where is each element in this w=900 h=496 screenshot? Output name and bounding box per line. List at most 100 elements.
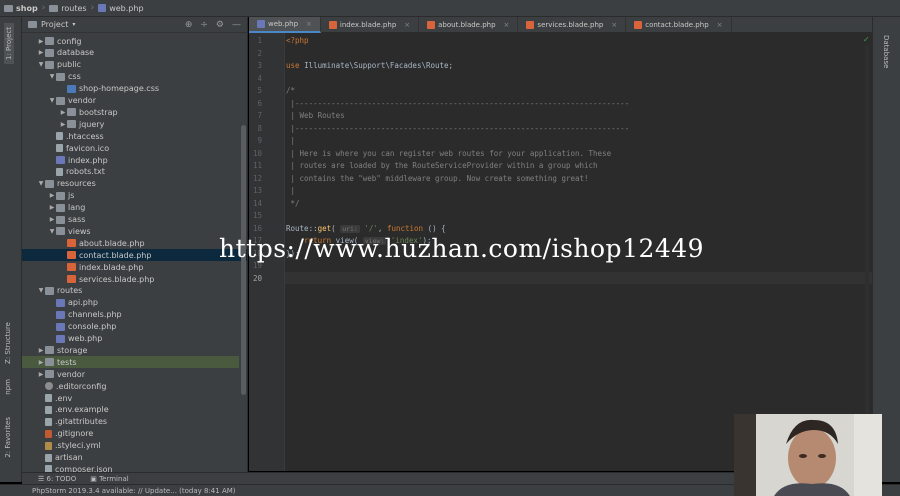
favorites-tool-tab[interactable]: 2: Favorites	[4, 417, 12, 458]
breadcrumb-shop[interactable]: shop	[4, 4, 38, 13]
chevron-right-icon[interactable]: ▶	[59, 121, 67, 128]
project-tool-tab[interactable]: 1: Project	[4, 23, 14, 64]
code-token: (	[331, 223, 341, 233]
tree-item[interactable]: ▼ routes	[22, 285, 247, 297]
status-message[interactable]: PhpStorm 2019.3.4 available: // Update..…	[32, 487, 236, 495]
project-panel-title[interactable]: Project	[41, 20, 68, 29]
tree-item[interactable]: .env.example	[22, 404, 247, 416]
config-file-icon	[45, 382, 53, 391]
chevron-down-icon[interactable]: ▾	[72, 21, 75, 28]
tree-item[interactable]: ▶ vendor	[22, 368, 247, 380]
yaml-file-icon	[45, 441, 52, 450]
tree-item-label: .env	[55, 393, 73, 403]
tree-item[interactable]: ▶ jquery	[22, 118, 247, 130]
blade-file-icon	[67, 263, 76, 272]
chevron-down-icon[interactable]: ▼	[37, 61, 45, 68]
breadcrumb-web-php[interactable]: web.php	[98, 4, 144, 13]
tree-item[interactable]: .gitignore	[22, 428, 247, 440]
chevron-down-icon[interactable]: ▼	[37, 287, 45, 294]
tree-item[interactable]: contact.blade.php	[22, 249, 247, 262]
tree-item[interactable]: composer.json	[22, 463, 247, 472]
editor-tab[interactable]: about.blade.php ×	[419, 17, 519, 33]
file-icon	[45, 394, 52, 402]
breadcrumb-routes[interactable]: routes	[49, 4, 87, 13]
tree-item[interactable]: console.php	[22, 321, 247, 333]
chevron-down-icon[interactable]: ▼	[48, 97, 56, 104]
chevron-down-icon[interactable]: ▼	[48, 73, 56, 80]
chevron-right-icon[interactable]: ▶	[37, 38, 45, 45]
tree-item[interactable]: ▼ resources	[22, 178, 247, 190]
gear-icon[interactable]: ⚙	[216, 20, 224, 30]
chevron-right-icon[interactable]: ▶	[48, 204, 56, 211]
tree-item[interactable]: api.php	[22, 297, 247, 309]
todo-tool-tab[interactable]: ☰ 6: TODO	[38, 475, 76, 483]
chevron-right-icon[interactable]: ▶	[48, 192, 56, 199]
tree-item[interactable]: index.blade.php	[22, 261, 247, 273]
file-icon	[45, 465, 52, 472]
tree-item[interactable]: shop-homepage.css	[22, 83, 247, 95]
tree-item[interactable]: ▼ vendor	[22, 95, 247, 107]
line-number: 10	[252, 148, 262, 158]
close-icon[interactable]: ×	[611, 21, 617, 29]
tree-item[interactable]: ▶ storage	[22, 344, 247, 356]
tree-item-label: composer.json	[55, 464, 113, 472]
tree-item[interactable]: web.php	[22, 333, 247, 345]
editor-error-stripe	[865, 46, 869, 466]
tree-item-label: .gitattributes	[55, 417, 108, 427]
line-number: 3	[257, 61, 262, 70]
editor-tab[interactable]: web.php ×	[249, 17, 321, 33]
tree-item[interactable]: favicon.ico	[22, 142, 247, 154]
structure-tool-tab[interactable]: Z: Structure	[4, 322, 12, 364]
editor-tab-label: web.php	[268, 20, 299, 28]
tree-item[interactable]: ▶ config	[22, 35, 247, 47]
editor-tab[interactable]: contact.blade.php ×	[626, 17, 732, 33]
chevron-down-icon[interactable]: ▼	[48, 228, 56, 235]
close-icon[interactable]: ×	[504, 21, 510, 29]
tree-item[interactable]: .htaccess	[22, 130, 247, 142]
file-icon	[45, 405, 52, 414]
tree-item[interactable]: .gitattributes	[22, 416, 247, 428]
collapse-all-icon[interactable]: ÷	[200, 20, 208, 30]
close-icon[interactable]: ×	[404, 21, 410, 29]
tree-item[interactable]: ▶ sass	[22, 214, 247, 226]
chevron-right-icon[interactable]: ▶	[59, 109, 67, 116]
tree-item[interactable]: ▼ css	[22, 71, 247, 83]
editor-tab[interactable]: services.blade.php ×	[518, 17, 627, 33]
chevron-right-icon[interactable]: ▶	[37, 371, 45, 378]
php-file-icon	[56, 322, 65, 331]
tree-item[interactable]: about.blade.php	[22, 237, 247, 249]
hide-icon[interactable]: —	[232, 20, 241, 30]
tree-item[interactable]: .editorconfig	[22, 380, 247, 392]
tree-item[interactable]: ▶ bootstrap	[22, 106, 247, 118]
tree-item[interactable]: .env	[22, 392, 247, 404]
close-icon[interactable]: ×	[306, 20, 312, 28]
right-tool-strip: Database	[872, 17, 900, 482]
tree-item[interactable]: index.php	[22, 154, 247, 166]
tree-item[interactable]: ▼ public	[22, 59, 247, 71]
tree-item[interactable]: services.blade.php	[22, 273, 247, 285]
tree-item[interactable]: channels.php	[22, 309, 247, 321]
file-icon	[56, 167, 63, 176]
tree-item[interactable]: robots.txt	[22, 166, 247, 178]
npm-tool-tab[interactable]: npm	[4, 379, 12, 395]
tree-item[interactable]: artisan	[22, 452, 247, 464]
chevron-right-icon[interactable]: ▶	[37, 359, 45, 366]
tree-item[interactable]: ▶ lang	[22, 202, 247, 214]
tree-item[interactable]: ▶ tests	[22, 356, 239, 369]
code-token: | contains the "web" middleware group. N…	[286, 173, 589, 183]
chevron-right-icon[interactable]: ▶	[37, 49, 45, 56]
chevron-down-icon[interactable]: ▼	[37, 180, 45, 187]
chevron-right-icon[interactable]: ▶	[48, 216, 56, 223]
database-tool-tab[interactable]: Database	[882, 35, 890, 68]
tree-item-label: favicon.ico	[66, 143, 110, 153]
editor-tab[interactable]: index.blade.php ×	[321, 17, 420, 33]
terminal-tool-tab[interactable]: ▣ Terminal	[90, 475, 128, 483]
close-icon[interactable]: ×	[717, 21, 723, 29]
tree-item[interactable]: ▼ views	[22, 225, 247, 237]
tree-item-label: public	[57, 60, 82, 70]
tree-item[interactable]: ▶ database	[22, 47, 247, 59]
tree-item[interactable]: ▶ js	[22, 190, 247, 202]
chevron-right-icon[interactable]: ▶	[37, 347, 45, 354]
tree-item[interactable]: .styleci.yml	[22, 440, 247, 452]
globe-icon[interactable]: ⊕	[185, 20, 193, 30]
